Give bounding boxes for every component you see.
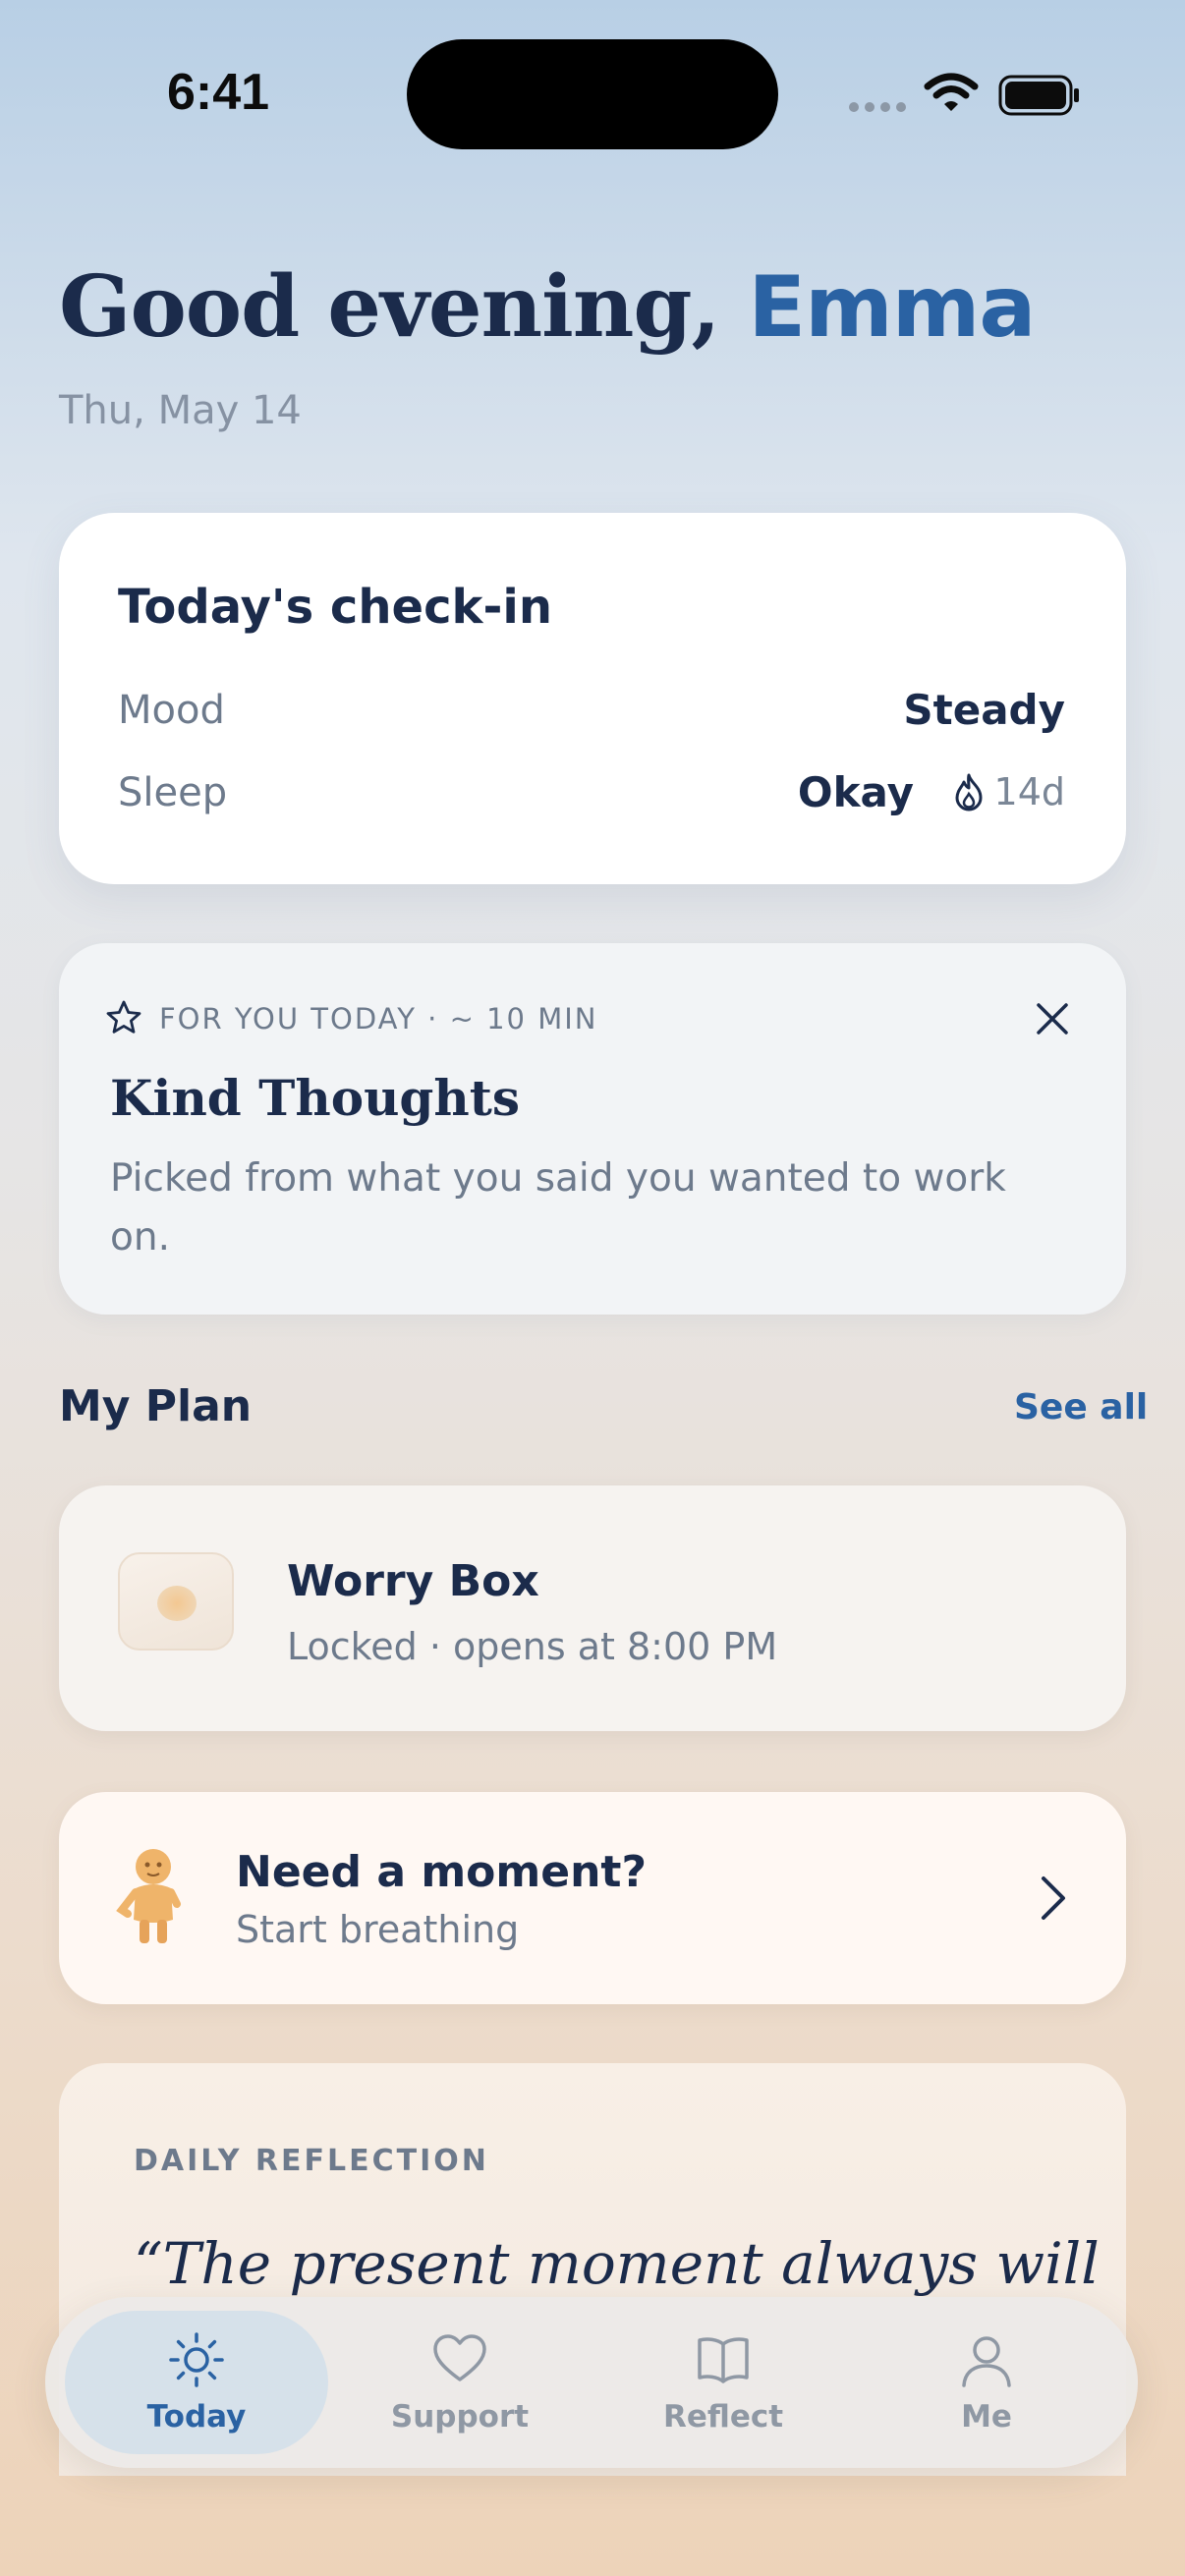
for-you-card[interactable]: FOR YOU TODAY · ~ 10 MIN Kind Thoughts P… (59, 943, 1126, 1315)
streak-badge: 14d (953, 770, 1065, 813)
greeting-prefix: Good evening, (59, 257, 720, 357)
tab-support[interactable]: Support (328, 2311, 592, 2454)
cellular-signal-icon (849, 102, 906, 112)
star-icon (106, 1000, 141, 1034)
daily-reflection-quote: “The present moment always will (134, 2230, 1100, 2297)
worry-box-card[interactable]: Worry Box Locked · opens at 8:00 PM (59, 1485, 1126, 1731)
dynamic-island (407, 39, 778, 149)
my-plan-heading: My Plan (59, 1381, 253, 1431)
user-name: Emma (748, 258, 1036, 357)
tab-me[interactable]: Me (855, 2311, 1118, 2454)
daily-reflection-kicker: DAILY REFLECTION (134, 2144, 489, 2178)
sleep-value: Okay (797, 768, 914, 816)
status-time: 6:41 (167, 64, 270, 121)
mood-label: Mood (118, 688, 225, 733)
greeting-heading: Good evening, Emma (59, 257, 1036, 357)
worry-box-illustration (118, 1552, 234, 1651)
tab-label: Today (146, 2399, 247, 2435)
bottom-tab-bar: Today Support Reflect Me (45, 2297, 1138, 2468)
tab-label: Reflect (662, 2399, 784, 2435)
mood-value: Steady (903, 686, 1065, 734)
tab-reflect[interactable]: Reflect (592, 2311, 855, 2454)
tab-label: Support (390, 2399, 530, 2435)
book-icon (698, 2337, 749, 2383)
person-icon (962, 2336, 1011, 2387)
see-all-link[interactable]: See all (1014, 1387, 1148, 1428)
need-moment-card[interactable]: Need a moment? Start breathing (59, 1792, 1126, 2004)
close-icon[interactable] (1032, 998, 1073, 1039)
breathing-figure-icon (116, 1849, 181, 1943)
worry-box-status: Locked · opens at 8:00 PM (287, 1625, 778, 1668)
for-you-kicker: FOR YOU TODAY · ~ 10 MIN (159, 1002, 598, 1036)
for-you-title: Kind Thoughts (110, 1069, 520, 1127)
checkin-title: Today's check-in (118, 580, 552, 635)
sun-icon (169, 2332, 224, 2387)
tab-label: Me (961, 2399, 1012, 2435)
tab-today[interactable]: Today (65, 2311, 328, 2454)
chevron-right-icon (1042, 1876, 1065, 1920)
flame-icon (955, 773, 983, 812)
worry-box-title: Worry Box (287, 1556, 539, 1606)
heart-icon (433, 2334, 486, 2381)
checkin-card[interactable]: Today's check-in Mood Steady Sleep Okay … (59, 513, 1126, 884)
need-moment-title: Need a moment? (236, 1847, 647, 1897)
streak-count: 14d (993, 770, 1065, 813)
sleep-label: Sleep (118, 770, 228, 815)
wifi-icon (924, 73, 979, 111)
battery-icon (998, 75, 1079, 116)
need-moment-subtitle: Start breathing (236, 1908, 520, 1951)
current-date: Thu, May 14 (59, 388, 302, 433)
for-you-description: Picked from what you said you wanted to … (110, 1156, 1006, 1260)
